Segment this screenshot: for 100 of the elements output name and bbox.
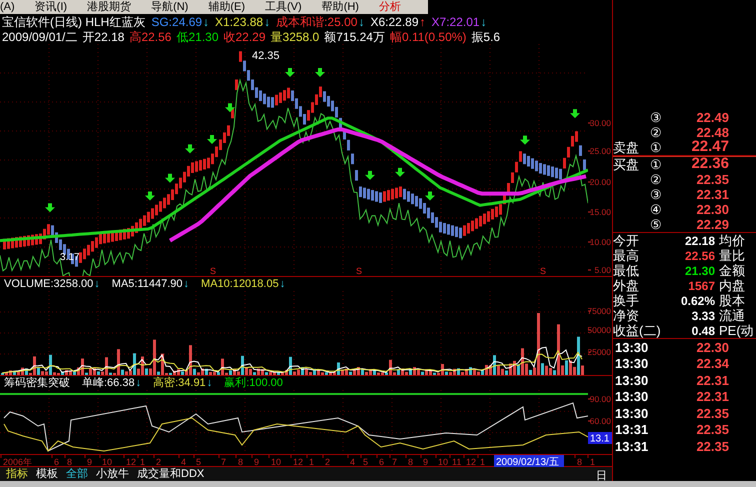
tick-price: 22.35 <box>695 438 729 456</box>
stat-value: 3.33 <box>690 308 716 324</box>
axis-label: 25.00 <box>590 146 611 156</box>
indicator-value: X7:22.01 <box>432 14 480 30</box>
sell-marker: S <box>356 266 362 276</box>
high-price-label: 42.35 <box>252 50 280 62</box>
date-label: 12 <box>126 457 136 467</box>
date-label: 10 <box>438 457 448 467</box>
date-label: 8 <box>408 457 414 467</box>
indicator-value: 高密:34.91 <box>153 376 206 391</box>
date-label: 5 <box>196 457 202 467</box>
indicator-value: MA5:11447.90 <box>112 276 183 292</box>
menu-item[interactable]: 资讯(I) <box>34 0 68 14</box>
indicator-value: SG:24.69 <box>151 14 202 30</box>
axis-label: 5.00 <box>594 265 611 275</box>
menu-item[interactable]: 工具(V) <box>265 0 302 14</box>
menu-item[interactable]: (A) <box>0 0 15 14</box>
tick-time: 13:30 <box>614 388 650 406</box>
stat-label: 今开 <box>613 232 640 249</box>
menu-item[interactable]: 导航(N) <box>151 0 188 14</box>
arrow-icon: ↓ <box>94 276 100 292</box>
tick-time: 13:30 <box>614 355 650 373</box>
date-label: 1 <box>480 457 486 467</box>
menu-item[interactable]: 辅助(E) <box>208 0 246 14</box>
stat-label: 均价 <box>719 232 745 249</box>
date-label: 12 <box>466 457 476 467</box>
template-tab[interactable]: 成交量和DDX <box>137 466 204 482</box>
date-cursor-label: 2009/02/13/五 <box>494 455 564 467</box>
date-label: 9 <box>423 457 428 467</box>
arrow-icon: ↓ <box>184 276 190 292</box>
stat-label: PE(动 <box>719 322 754 340</box>
tick-time: 13:30 <box>614 404 650 422</box>
quote-field: 高22.56 <box>129 28 172 46</box>
stat-label: 金额 <box>719 262 745 279</box>
stat-value: 0.62% <box>680 292 716 310</box>
date-label: 6 <box>54 457 60 467</box>
date-label: 9 <box>87 457 92 467</box>
menu-item[interactable]: 帮助(H) <box>322 0 359 14</box>
arrow-icon: ↓ <box>264 12 270 30</box>
tick-time: 13:30 <box>614 338 650 356</box>
arrow-icon: ↑ <box>420 12 426 30</box>
date-label: 12 <box>293 457 304 467</box>
indicator-value: VOLUME:3258.00 <box>4 276 94 292</box>
tick-price: 22.35 <box>695 404 729 422</box>
date-label: 11 <box>452 457 462 467</box>
template-tab[interactable]: 全部 <box>66 466 88 482</box>
date-label: 8 <box>238 457 244 467</box>
date-label: 2 <box>156 457 162 467</box>
date-label: 10 <box>102 457 112 467</box>
stat-label: 股本 <box>719 292 745 309</box>
arrow-icon: ↓ <box>203 12 210 30</box>
tick-price: 22.34 <box>695 355 729 373</box>
stat-label: 内盘 <box>719 277 745 294</box>
indicator-value: MA10:12018.05 <box>201 276 279 292</box>
indicator-value: 赢利:100.00 <box>224 376 283 391</box>
tick-time: 13:31 <box>614 438 650 456</box>
arrow-icon: ↓ <box>358 12 364 30</box>
date-label: 4 <box>350 457 356 467</box>
stat-value: 22.18 <box>684 232 716 250</box>
date-label: 4 <box>181 457 186 467</box>
stat-label: 外盘 <box>613 277 640 294</box>
sell-marker: S <box>210 266 216 276</box>
date-label: 6 <box>379 457 384 467</box>
tick-time: 13:30 <box>614 372 650 390</box>
indicator-value: 单峰:66.38 <box>82 376 135 391</box>
axis-label: 60.00 <box>590 416 611 426</box>
date-label: 7 <box>221 457 226 467</box>
quote-field: 振5.6 <box>471 28 500 46</box>
template-tab[interactable]: 模板 <box>36 466 58 482</box>
stat-label: 最高 <box>613 247 640 264</box>
stat-label: 换手 <box>613 292 640 310</box>
axis-label: 50000 <box>588 325 611 335</box>
arrow-icon: ↓ <box>136 374 142 392</box>
cursor-value: 13.1 <box>588 432 612 444</box>
indicator-title: 筹码密集突破 <box>4 376 70 391</box>
tick-price: 22.35 <box>695 421 729 439</box>
stat-value: 1567 <box>687 278 716 294</box>
quote-field: 额715.24万 <box>324 28 385 46</box>
menu-item[interactable]: 港股期货 <box>87 0 132 14</box>
axis-label: 25000 <box>588 347 611 357</box>
stat-label: 流通 <box>719 307 745 324</box>
date-label: 10 <box>271 457 282 467</box>
stat-label: 量比 <box>719 247 745 264</box>
axis-label: 10.00 <box>590 237 611 247</box>
menu-item[interactable]: 分析 <box>378 0 401 14</box>
date-label: 1 <box>590 457 596 467</box>
template-tab[interactable]: 小放牛 <box>96 466 129 482</box>
date-label: 8 <box>67 457 72 467</box>
stat-label: 最低 <box>613 262 640 280</box>
order-side-label: 买盘 <box>613 156 640 174</box>
indicator-value: X1:23.88 <box>215 14 264 30</box>
date-label: 2006年 <box>3 457 32 467</box>
tick-price: 22.30 <box>695 338 729 356</box>
stat-label: 净资 <box>613 307 640 324</box>
tick-price: 22.31 <box>695 372 729 390</box>
tick-price: 22.31 <box>695 388 729 406</box>
stat-value: 22.56 <box>684 248 716 264</box>
sell-marker: S <box>540 266 546 276</box>
axis-label: 15.00 <box>590 207 611 217</box>
date-label: 7 <box>392 457 398 467</box>
